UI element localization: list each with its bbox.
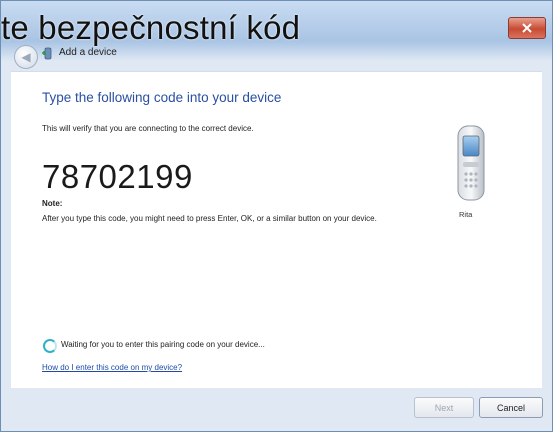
wizard-footer: Next Cancel xyxy=(1,389,552,431)
page-heading: Type the following code into your device xyxy=(42,90,282,105)
back-arrow-icon: ◀ xyxy=(21,50,31,64)
mobile-phone-icon xyxy=(457,125,485,201)
help-link[interactable]: How do I enter this code on my device? xyxy=(42,363,182,372)
waiting-spinner-icon xyxy=(43,339,57,353)
add-device-icon xyxy=(41,47,55,61)
waiting-status-text: Waiting for you to enter this pairing co… xyxy=(61,340,265,349)
cancel-button[interactable]: Cancel xyxy=(479,397,543,418)
wizard-title: Add a device xyxy=(59,47,117,58)
add-device-window: te bezpečnostní kód ◀ Add a device Type … xyxy=(0,0,553,432)
verify-description: This will verify that you are connecting… xyxy=(42,124,254,133)
back-button[interactable]: ◀ xyxy=(14,45,38,69)
title-bar: te bezpečnostní kód ◀ Add a device xyxy=(1,1,552,69)
close-icon xyxy=(522,23,532,33)
note-text: After you type this code, you might need… xyxy=(42,214,377,223)
next-button[interactable]: Next xyxy=(414,397,474,418)
note-label: Note: xyxy=(42,199,63,208)
device-name: Rita xyxy=(459,210,473,219)
close-button[interactable] xyxy=(508,17,546,39)
wizard-content: Type the following code into your device… xyxy=(11,71,542,388)
pairing-code: 78702199 xyxy=(42,158,193,195)
caption-overlay-text: te bezpečnostní kód xyxy=(1,9,301,46)
